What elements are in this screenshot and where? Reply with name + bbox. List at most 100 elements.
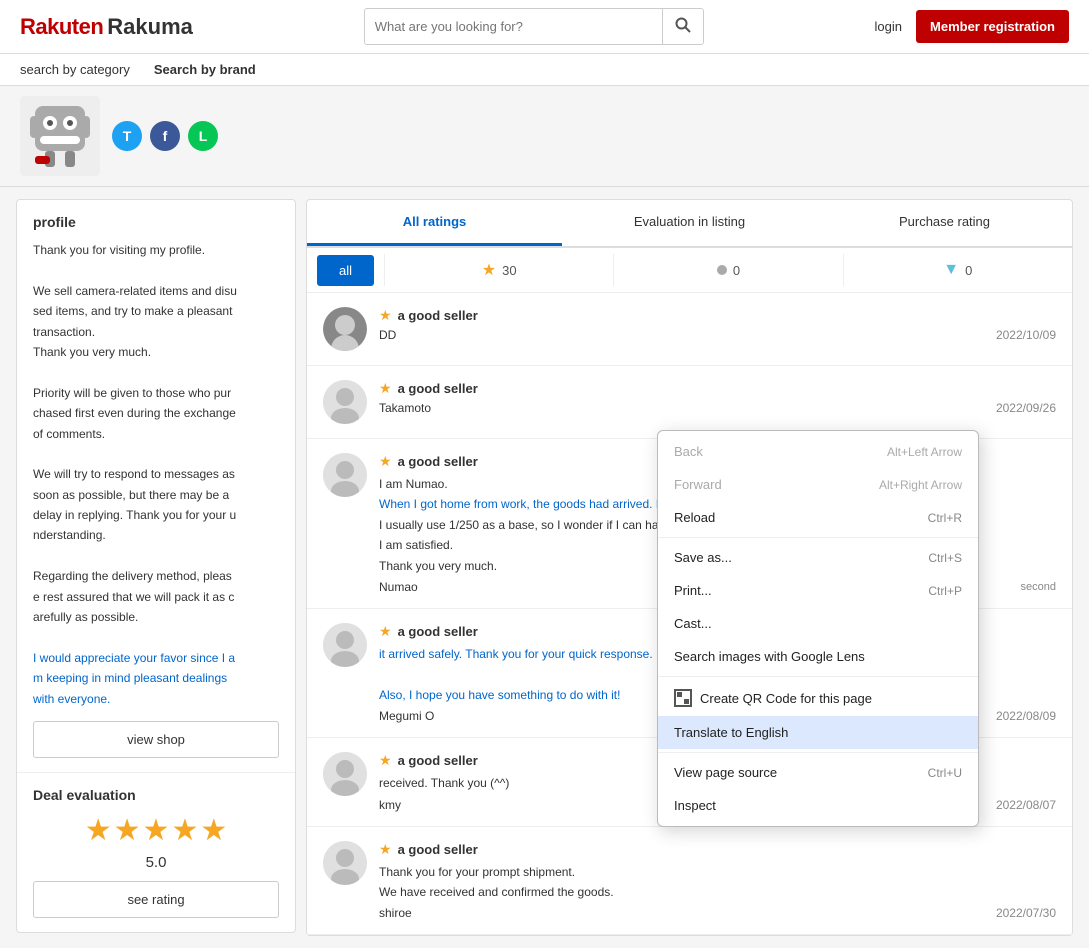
member-registration-button[interactable]: Member registration xyxy=(916,10,1069,43)
reviewer-avatar xyxy=(323,307,367,351)
context-menu-item-save[interactable]: Save as... Ctrl+S xyxy=(658,541,978,574)
star-1: ★ xyxy=(85,813,112,848)
review-author: DD xyxy=(379,328,396,342)
main-container: profile Thank you for visiting my profil… xyxy=(0,187,1089,948)
context-menu-item-translate[interactable]: Translate to English xyxy=(658,716,978,749)
profile-text-1: Thank you for visiting my profile. xyxy=(33,240,279,260)
twitter-icon[interactable]: T xyxy=(112,121,142,151)
context-menu-qr-label: Create QR Code for this page xyxy=(700,691,872,706)
review-title: a good seller xyxy=(398,308,478,323)
context-menu-print-shortcut: Ctrl+P xyxy=(928,584,962,598)
profile-section: profile Thank you for visiting my profil… xyxy=(17,200,295,773)
review-title: a good seller xyxy=(398,381,478,396)
review-title: a good seller xyxy=(398,624,478,639)
tabs-row: All ratings Evaluation in listing Purcha… xyxy=(307,200,1072,248)
profile-top-strip: T f L xyxy=(0,86,1089,187)
filter-row: all ★ 30 0 ▼ 0 xyxy=(307,248,1072,293)
context-menu-item-cast[interactable]: Cast... xyxy=(658,607,978,640)
review-title: a good seller xyxy=(398,454,478,469)
review-second-text: second xyxy=(1021,581,1056,593)
context-menu-item-reload[interactable]: Reload Ctrl+R xyxy=(658,501,978,534)
context-menu-back-shortcut: Alt+Left Arrow xyxy=(887,445,962,459)
review-text: Thank you for your prompt shipment. We h… xyxy=(379,862,1056,903)
profile-text-2: We sell camera-related items and disused… xyxy=(33,281,279,363)
context-menu-translate-label: Translate to English xyxy=(674,725,788,740)
review-item: ★ a good seller Takamoto 2022/09/26 xyxy=(307,366,1072,439)
negative-stat: ▼ 0 xyxy=(844,261,1072,279)
logo[interactable]: Rakuten Rakuma xyxy=(20,14,193,40)
review-author: Takamoto xyxy=(379,401,431,415)
review-date: 2022/08/07 xyxy=(996,798,1056,812)
review-date: 2022/08/09 xyxy=(996,709,1056,723)
context-menu-divider-3 xyxy=(658,752,978,753)
context-menu: Back Alt+Left Arrow Forward Alt+Right Ar… xyxy=(657,430,979,827)
default-avatar-icon xyxy=(323,453,367,497)
positive-dot: ★ xyxy=(482,260,496,280)
default-avatar-icon xyxy=(323,752,367,796)
context-menu-item-inspect[interactable]: Inspect xyxy=(658,789,978,822)
sidebar: profile Thank you for visiting my profil… xyxy=(16,199,296,933)
login-link[interactable]: login xyxy=(875,19,902,34)
context-menu-divider-1 xyxy=(658,537,978,538)
star-2: ★ xyxy=(114,813,141,848)
stars-row: ★ ★ ★ ★ ★ xyxy=(33,813,279,848)
review-item: ★ a good seller Thank you for your promp… xyxy=(307,827,1072,936)
search-container xyxy=(364,8,704,45)
context-menu-save-shortcut: Ctrl+S xyxy=(928,551,962,565)
star-3: ★ xyxy=(143,813,170,848)
review-body: ★ a good seller DD 2022/10/09 xyxy=(379,307,1056,342)
review-author: Megumi O xyxy=(379,709,434,723)
context-menu-save-label: Save as... xyxy=(674,550,732,565)
context-menu-reload-label: Reload xyxy=(674,510,715,525)
review-item: ★ a good seller DD 2022/10/09 xyxy=(307,293,1072,366)
context-menu-lens-label: Search images with Google Lens xyxy=(674,649,865,664)
review-star-icon: ★ xyxy=(379,380,392,397)
search-button[interactable] xyxy=(662,9,703,44)
review-author: Numao xyxy=(379,580,418,594)
review-star-icon: ★ xyxy=(379,453,392,470)
review-date: 2022/07/30 xyxy=(996,906,1056,920)
context-menu-item-qr[interactable]: Create QR Code for this page xyxy=(658,680,978,716)
avatar xyxy=(20,96,100,176)
tab-listing-evaluation[interactable]: Evaluation in listing xyxy=(562,200,817,246)
profile-text: Thank you for visiting my profile. We se… xyxy=(33,240,279,709)
context-menu-back-label: Back xyxy=(674,444,703,459)
profile-title: profile xyxy=(33,214,279,230)
context-menu-cast-label: Cast... xyxy=(674,616,712,631)
avatar-image xyxy=(25,101,95,171)
review-star-icon: ★ xyxy=(379,841,392,858)
tab-all-ratings[interactable]: All ratings xyxy=(307,200,562,246)
nav-item-category[interactable]: search by category xyxy=(20,62,130,77)
review-author: kmy xyxy=(379,798,401,812)
deal-evaluation-section: Deal evaluation ★ ★ ★ ★ ★ 5.0 see rating xyxy=(17,773,295,932)
header-right: login Member registration xyxy=(875,10,1069,43)
nav-item-brand[interactable]: Search by brand xyxy=(154,62,256,77)
context-menu-item-forward[interactable]: Forward Alt+Right Arrow xyxy=(658,468,978,501)
social-icons-group: T f L xyxy=(112,121,218,151)
review-star-icon: ★ xyxy=(379,307,392,324)
context-menu-source-label: View page source xyxy=(674,765,777,780)
line-icon[interactable]: L xyxy=(188,121,218,151)
context-menu-source-shortcut: Ctrl+U xyxy=(928,766,962,780)
positive-count: 30 xyxy=(502,263,516,278)
context-menu-item-print[interactable]: Print... Ctrl+P xyxy=(658,574,978,607)
default-avatar-icon xyxy=(323,623,367,667)
filter-all-button[interactable]: all xyxy=(317,255,374,286)
review-body: ★ a good seller Takamoto 2022/09/26 xyxy=(379,380,1056,415)
tab-purchase-rating[interactable]: Purchase rating xyxy=(817,200,1072,246)
search-input[interactable] xyxy=(365,11,662,42)
context-menu-print-label: Print... xyxy=(674,583,712,598)
context-menu-item-view-source[interactable]: View page source Ctrl+U xyxy=(658,756,978,789)
review-star-icon: ★ xyxy=(379,623,392,640)
context-menu-forward-shortcut: Alt+Right Arrow xyxy=(879,478,962,492)
facebook-icon[interactable]: f xyxy=(150,121,180,151)
context-menu-item-back[interactable]: Back Alt+Left Arrow xyxy=(658,435,978,468)
see-rating-button[interactable]: see rating xyxy=(33,881,279,918)
reviewer-avatar xyxy=(323,453,367,497)
deal-evaluation-title: Deal evaluation xyxy=(33,787,279,803)
ratings-content: All ratings Evaluation in listing Purcha… xyxy=(306,199,1073,936)
review-date: 2022/10/09 xyxy=(996,328,1056,342)
view-shop-button[interactable]: view shop xyxy=(33,721,279,758)
context-menu-item-google-lens[interactable]: Search images with Google Lens xyxy=(658,640,978,673)
profile-text-5: Regarding the delivery method, please re… xyxy=(33,566,279,627)
